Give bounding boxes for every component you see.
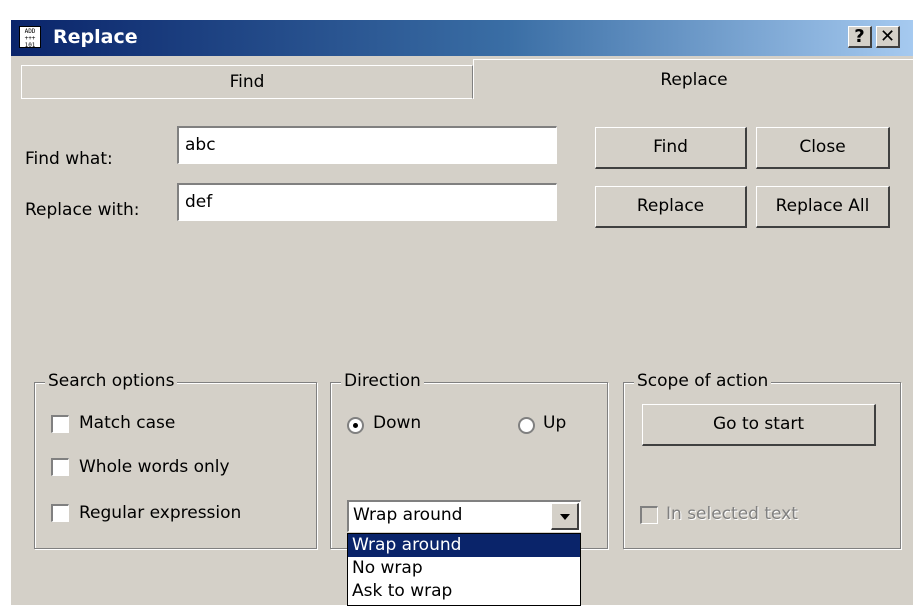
in-selected-text-label: In selected text — [666, 504, 798, 524]
direction-legend: Direction — [341, 371, 424, 391]
go-to-start-button[interactable]: Go to start — [642, 404, 876, 446]
regex-label[interactable]: Regular expression — [79, 503, 241, 523]
direction-up-label[interactable]: Up — [543, 413, 566, 433]
whole-words-label[interactable]: Whole words only — [79, 457, 230, 477]
in-selected-text-checkbox — [640, 506, 658, 524]
find-what-label: Find what: — [25, 149, 113, 169]
find-button[interactable]: Find — [595, 127, 747, 169]
wrap-option[interactable]: Ask to wrap — [348, 580, 580, 603]
replace-with-label: Replace with: — [25, 200, 140, 220]
replace-button[interactable]: Replace — [595, 186, 747, 228]
chevron-down-icon[interactable] — [551, 503, 579, 530]
regex-checkbox[interactable] — [51, 504, 69, 522]
close-window-button[interactable]: ✕ — [876, 26, 900, 48]
direction-down-label[interactable]: Down — [373, 413, 421, 433]
wrap-select-value: Wrap around — [353, 505, 463, 525]
match-case-label[interactable]: Match case — [79, 413, 175, 433]
help-button[interactable]: ? — [848, 26, 872, 48]
tab-replace[interactable]: Replace — [473, 59, 913, 99]
replace-all-button[interactable]: Replace All — [756, 186, 890, 228]
wrap-option[interactable]: Wrap around — [348, 534, 580, 557]
tab-find[interactable]: Find — [21, 65, 473, 99]
wrap-option[interactable]: No wrap — [348, 557, 580, 580]
match-case-checkbox[interactable] — [51, 415, 69, 433]
search-options-legend: Search options — [45, 371, 178, 391]
title-bar[interactable]: ADD +++ 101 Replace ? ✕ — [11, 20, 913, 56]
find-what-input[interactable]: abc — [177, 126, 557, 164]
wrap-dropdown: Wrap around No wrap Ask to wrap — [347, 533, 581, 606]
wrap-select[interactable]: Wrap around — [347, 500, 581, 532]
direction-down-radio[interactable] — [347, 417, 364, 434]
direction-up-radio[interactable] — [518, 417, 535, 434]
window-title: Replace — [53, 26, 138, 48]
close-button[interactable]: Close — [756, 127, 890, 169]
whole-words-checkbox[interactable] — [51, 458, 69, 476]
replace-with-input[interactable]: def — [177, 183, 557, 221]
app-icon: ADD +++ 101 — [19, 26, 41, 49]
replace-dialog: ADD +++ 101 Replace ? ✕ Find Replace Find … — [10, 19, 913, 606]
scope-legend: Scope of action — [634, 371, 772, 391]
